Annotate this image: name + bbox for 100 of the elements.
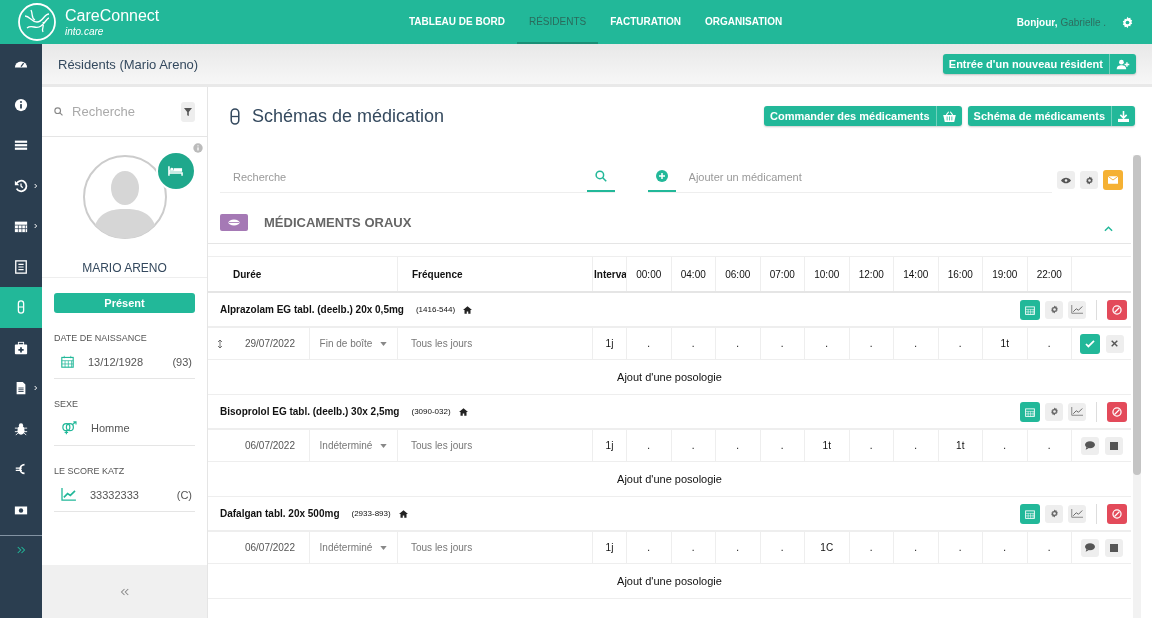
dose-cell[interactable]: . xyxy=(1027,328,1072,359)
line-chart-icon xyxy=(1071,305,1083,314)
column-header: 16:00 xyxy=(938,257,983,291)
calendar-icon xyxy=(61,355,74,368)
dose-cell[interactable]: . xyxy=(760,532,805,563)
dose-cell[interactable]: . xyxy=(849,532,894,563)
field-value: Homme xyxy=(91,422,130,434)
dose-cell[interactable]: . xyxy=(716,430,761,461)
medication-name: Bisoprolol EG tabl. (deelb.) 30x 2,5mg xyxy=(220,406,400,417)
field-note: (C) xyxy=(176,488,192,501)
info-icon xyxy=(14,97,28,112)
add-user-icon xyxy=(1116,58,1130,70)
dose-cell[interactable]: . xyxy=(627,328,672,359)
medkit-icon xyxy=(14,340,28,355)
dose-cell[interactable]: . xyxy=(627,532,672,563)
dose-cell[interactable]: . xyxy=(938,328,983,359)
duration-select[interactable]: Fin de boîte xyxy=(310,328,398,359)
dose-cell[interactable]: . xyxy=(849,430,894,461)
bug-icon xyxy=(14,421,28,436)
home-icon xyxy=(398,509,408,518)
caret-icon xyxy=(380,545,388,550)
column-header: 07:00 xyxy=(760,257,805,291)
chart-button[interactable] xyxy=(1068,300,1086,319)
dose-cell[interactable]: . xyxy=(627,430,672,461)
chart-button[interactable] xyxy=(1068,402,1086,421)
settings-button[interactable] xyxy=(1045,300,1063,319)
basket-icon xyxy=(942,110,956,122)
collapse-icon[interactable] xyxy=(120,587,129,596)
duration-select[interactable]: Indéterminé xyxy=(310,430,398,461)
speech-bubble-icon xyxy=(1084,543,1095,552)
stop-button[interactable] xyxy=(1107,503,1127,524)
stop-button[interactable] xyxy=(1104,538,1123,557)
settings-button[interactable] xyxy=(1045,504,1063,523)
add-dosage-link[interactable]: Ajout d'une posologie xyxy=(617,371,722,383)
greeting: Bonjour, xyxy=(1016,16,1058,28)
dose-cell[interactable]: 1t xyxy=(938,430,983,461)
frequency-cell: Tous les jours xyxy=(398,532,593,563)
filter-button[interactable] xyxy=(181,101,195,122)
dose-cell[interactable]: . xyxy=(760,430,805,461)
dose-cell[interactable]: . xyxy=(894,532,939,563)
logo-icon xyxy=(17,2,57,42)
column-header: Interva xyxy=(593,257,627,291)
ban-icon xyxy=(1112,304,1122,315)
add-dosage-link[interactable]: Ajout d'une posologie xyxy=(617,575,722,587)
dose-cell[interactable]: 1t xyxy=(983,328,1028,359)
comment-button[interactable] xyxy=(1080,538,1099,557)
interval-cell: 1j xyxy=(593,430,627,461)
settings-button[interactable] xyxy=(1045,402,1063,421)
dose-cell[interactable]: . xyxy=(716,328,761,359)
search-icon xyxy=(54,105,64,118)
status-badge: Présent xyxy=(54,293,195,313)
field-label: LE SCORE KATZ xyxy=(54,466,126,476)
chart-button[interactable] xyxy=(1068,504,1086,523)
cancel-button[interactable] xyxy=(1105,334,1124,353)
dose-cell[interactable]: . xyxy=(1027,532,1072,563)
dose-cell[interactable]: . xyxy=(983,532,1028,563)
dose-cell[interactable]: . xyxy=(760,328,805,359)
ban-icon xyxy=(1112,406,1122,417)
duration-select[interactable]: Indéterminé xyxy=(310,532,398,563)
frequency-cell: Tous les jours xyxy=(398,328,593,359)
dose-cell[interactable]: . xyxy=(671,328,716,359)
dose-cell[interactable]: . xyxy=(849,328,894,359)
app-tagline: into.care xyxy=(65,26,105,37)
settings-button[interactable] xyxy=(1080,171,1098,189)
start-date: 06/07/2022 xyxy=(244,542,295,553)
comment-button[interactable] xyxy=(1080,436,1099,455)
dose-cell[interactable]: . xyxy=(938,532,983,563)
dose-cell[interactable]: . xyxy=(805,328,850,359)
chart-icon xyxy=(61,488,76,501)
add-icon xyxy=(655,169,668,182)
view-button[interactable] xyxy=(1057,171,1075,189)
pill-icon xyxy=(228,218,240,226)
field-label: SEXE xyxy=(54,399,79,409)
dose-cell[interactable]: . xyxy=(1027,430,1072,461)
expand-icon[interactable] xyxy=(16,546,26,554)
stop-button[interactable] xyxy=(1104,436,1123,455)
stop-button[interactable] xyxy=(1107,299,1127,320)
ban-icon xyxy=(1112,508,1122,519)
column-header: 04:00 xyxy=(671,257,716,291)
eye-icon xyxy=(1061,176,1071,184)
dose-cell[interactable]: . xyxy=(983,430,1028,461)
medication-code: (2933-893) xyxy=(351,509,391,518)
dose-cell[interactable]: . xyxy=(716,532,761,563)
dose-cell[interactable]: . xyxy=(671,532,716,563)
line-chart-icon xyxy=(1071,509,1083,518)
stop-button[interactable] xyxy=(1107,401,1127,422)
scrollbar[interactable] xyxy=(1133,155,1141,618)
gear-icon xyxy=(1084,175,1094,185)
column-header: 00:00 xyxy=(627,257,672,291)
column-header: Durée xyxy=(208,257,398,291)
dose-cell[interactable]: . xyxy=(894,328,939,359)
breadcrumb: Résidents (Mario Areno) xyxy=(58,56,199,72)
line-chart-icon xyxy=(1071,407,1083,416)
dose-cell[interactable]: . xyxy=(671,430,716,461)
dose-cell[interactable]: . xyxy=(894,430,939,461)
add-dosage-link[interactable]: Ajout d'une posologie xyxy=(617,473,722,485)
dose-cell[interactable]: 1C xyxy=(805,532,850,563)
download-icon xyxy=(1118,110,1129,122)
drag-handle-icon[interactable] xyxy=(218,338,222,349)
dose-cell[interactable]: 1t xyxy=(805,430,850,461)
